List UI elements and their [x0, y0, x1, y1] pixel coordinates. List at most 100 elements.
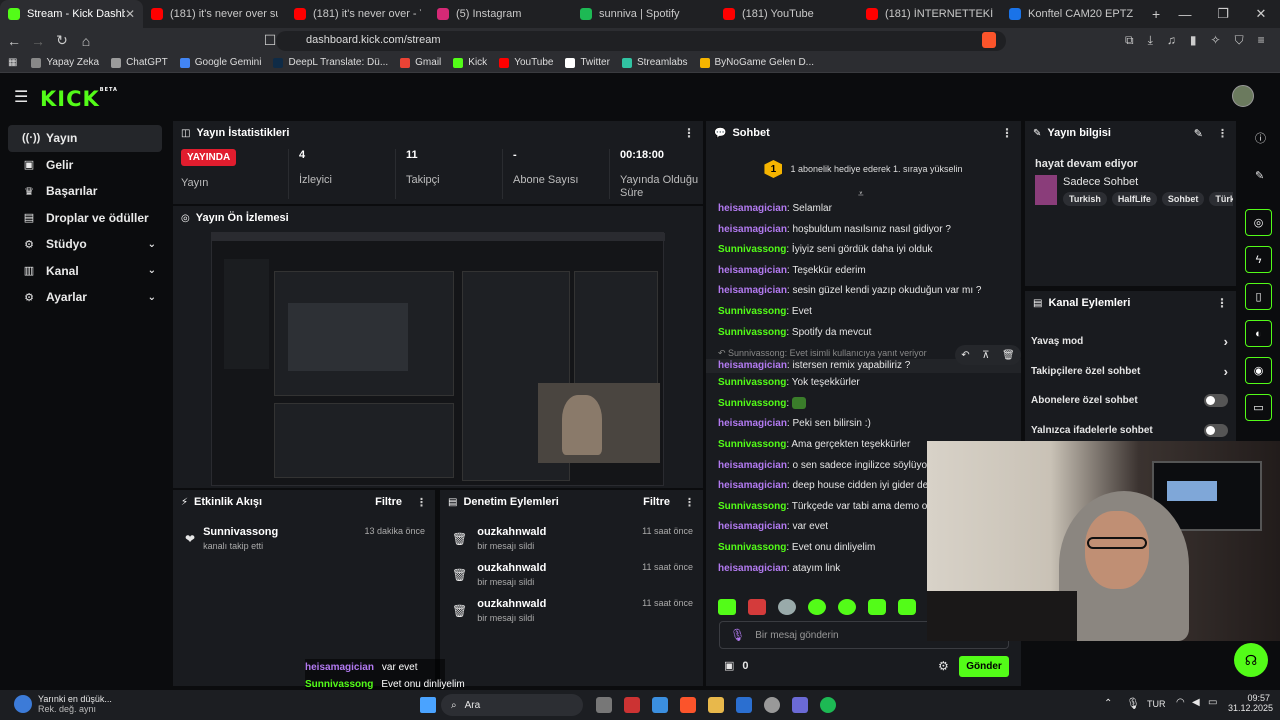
kick-logo[interactable]: KICKBETA — [40, 87, 118, 111]
taskbar-search[interactable]: ⌕ Ara — [441, 694, 583, 716]
stream-preview-video[interactable] — [211, 232, 665, 486]
url-field[interactable]: dashboard.kick.com/stream — [276, 31, 1006, 51]
browser-tab[interactable]: (181) İNTERNETTEKİ EN UCUZ — [858, 0, 1001, 28]
tray-chevron-icon[interactable]: ⌃ — [1104, 698, 1112, 709]
bookmark-item[interactable]: Yapay Zeka — [31, 57, 99, 68]
chat-username[interactable]: heisamagician — [718, 265, 787, 276]
obs-icon[interactable] — [764, 697, 780, 713]
chat-username[interactable]: Sunnivassong — [718, 306, 786, 317]
chat-message[interactable]: heisamagician: Selamlar — [706, 199, 1021, 220]
new-tab-button[interactable]: + — [1152, 0, 1160, 28]
edit-icon[interactable]: ✎ — [1194, 127, 1203, 140]
mic-icon[interactable]: 🎙 — [730, 628, 745, 642]
chat-username[interactable]: heisamagician — [718, 224, 787, 235]
browser-tab[interactable]: (181) YouTube — [715, 0, 858, 28]
home-icon[interactable]: ⌂ — [76, 33, 96, 49]
bookmark-item[interactable]: Kick — [453, 57, 487, 68]
apps-icon[interactable]: ▦ — [8, 57, 17, 68]
chevron-right-icon[interactable]: › — [1224, 364, 1228, 379]
media-icon[interactable]: ♫ — [1167, 33, 1176, 48]
emote-icon[interactable] — [898, 599, 916, 615]
chat-username[interactable]: heisamagician — [718, 460, 787, 471]
task-view-icon[interactable] — [596, 697, 612, 713]
chat-username[interactable]: heisamagician — [718, 480, 787, 491]
chat-message[interactable]: heisamagician: sesin güzel kendi yazıp o… — [706, 281, 1021, 302]
channel-actions-more-icon[interactable]: ⋮ — [1216, 296, 1228, 310]
menu-icon[interactable]: ≡ — [1258, 33, 1265, 48]
bookmark-item[interactable]: Streamlabs — [621, 57, 688, 68]
emote-icon[interactable] — [778, 599, 796, 615]
chat-message[interactable]: Sunnivassong: İyiyiz seni gördük daha iy… — [706, 240, 1021, 261]
activity-username[interactable]: Sunnivassong — [203, 526, 278, 538]
language-indicator[interactable]: TUR — [1147, 699, 1166, 709]
browser-tab[interactable]: (5) Instagram — [429, 0, 572, 28]
lightning-icon[interactable]: ϟ — [1245, 246, 1272, 273]
reply-icon[interactable]: ↶ — [961, 350, 969, 361]
stream-info-more-icon[interactable]: ⋮ — [1217, 127, 1228, 140]
sidebar-item-1[interactable]: ▣ Gelir — [8, 152, 162, 179]
avatar[interactable] — [1232, 85, 1254, 107]
microphone-icon[interactable]: 🎙 — [1126, 697, 1140, 710]
channel-action-item[interactable]: Yavaş mod › — [1025, 327, 1236, 357]
browser-tab[interactable]: sunniva | Spotify — [572, 0, 715, 28]
emote-icon[interactable] — [838, 599, 856, 615]
channel-action-item[interactable]: Abonelere özel sohbet — [1025, 386, 1236, 416]
sidebar-item-6[interactable]: ⚙ Ayarlar ⌄ — [8, 284, 162, 311]
send-button[interactable]: Gönder — [959, 656, 1009, 677]
close-tab-icon[interactable]: ✕ — [125, 7, 135, 21]
bookmark-item[interactable]: Google Gemini — [179, 57, 261, 68]
chat-username[interactable]: Sunnivassong — [718, 377, 786, 388]
chevron-down-icon[interactable]: ⌄ — [148, 265, 156, 276]
brave-icon[interactable] — [680, 697, 696, 713]
channel-action-item[interactable]: Takipçilere özel sohbet › — [1025, 357, 1236, 387]
chat-message[interactable]: heisamagician: Teşekkür ederim — [706, 261, 1021, 282]
back-icon[interactable]: ← — [4, 33, 24, 49]
chat-username[interactable]: Sunnivassong — [718, 398, 786, 409]
chevron-down-icon[interactable]: ⌄ — [148, 292, 156, 303]
moderation-more-icon[interactable]: ⋮ — [684, 496, 695, 509]
toggle-switch[interactable] — [1204, 423, 1228, 437]
reload-icon[interactable]: ↻ — [52, 32, 72, 49]
maximize-icon[interactable]: ❐ — [1204, 6, 1242, 22]
browser-tab[interactable]: (181) it's never over - YouTube — [286, 0, 429, 28]
document-icon[interactable]: ▯ — [1245, 283, 1272, 310]
bookmark-item[interactable]: ByNoGame Gelen D... — [699, 57, 814, 68]
sidebar-item-3[interactable]: ▤ Droplar ve ödüller — [8, 205, 162, 232]
moderation-filter-button[interactable]: Filtre — [643, 496, 670, 508]
chat-username[interactable]: heisamagician — [718, 360, 787, 371]
tv-icon[interactable]: ▭ — [1245, 394, 1272, 421]
delete-icon[interactable]: 🗑 — [1002, 350, 1015, 361]
chat-message[interactable]: Sunnivassong: Spotify da mevcut — [706, 323, 1021, 344]
chat-bubble-icon[interactable]: ◐ — [1245, 320, 1272, 347]
leo-icon[interactable]: ✧ — [1211, 33, 1221, 48]
volume-icon[interactable]: ◀ — [1192, 697, 1200, 708]
activity-more-icon[interactable]: ⋮ — [416, 496, 427, 509]
chat-username[interactable]: Sunnivassong — [718, 244, 786, 255]
sidebar-item-0[interactable]: ((·)) Yayın — [8, 125, 162, 152]
chat-message[interactable]: heisamagician: hoşbuldum nasılsınız nası… — [706, 220, 1021, 241]
moderator-name[interactable]: ouzkahnwald — [477, 526, 546, 538]
app-icon[interactable] — [624, 697, 640, 713]
chat-username[interactable]: heisamagician — [718, 203, 787, 214]
pin-icon[interactable]: ⊼ — [982, 350, 989, 361]
bookmark-item[interactable]: Gmail — [400, 57, 441, 68]
emote-icon[interactable] — [808, 599, 826, 615]
close-window-icon[interactable]: ✕ — [1242, 6, 1280, 22]
toggle-switch[interactable] — [1204, 394, 1228, 408]
app-icon[interactable] — [652, 697, 668, 713]
moderator-name[interactable]: ouzkahnwald — [477, 562, 546, 574]
tag-chip[interactable]: Türkç — [1209, 192, 1233, 206]
windows-start-icon[interactable] — [420, 697, 436, 713]
emote-icon[interactable] — [868, 599, 886, 615]
download-icon[interactable]: ⤓ — [1148, 33, 1153, 48]
app-icon[interactable] — [792, 697, 808, 713]
camera-icon[interactable]: ◎ — [1245, 209, 1272, 236]
spotify-icon[interactable] — [820, 697, 836, 713]
minimize-icon[interactable]: — — [1166, 7, 1204, 22]
wifi-icon[interactable]: ◠ — [1176, 697, 1185, 708]
moderator-name[interactable]: ouzkahnwald — [477, 598, 546, 610]
brave-shield-icon[interactable] — [982, 32, 996, 48]
battery-icon[interactable]: ▭ — [1208, 697, 1217, 708]
hamburger-menu-icon[interactable]: ☰ — [14, 87, 28, 107]
chat-username[interactable]: Sunnivassong — [718, 327, 786, 338]
